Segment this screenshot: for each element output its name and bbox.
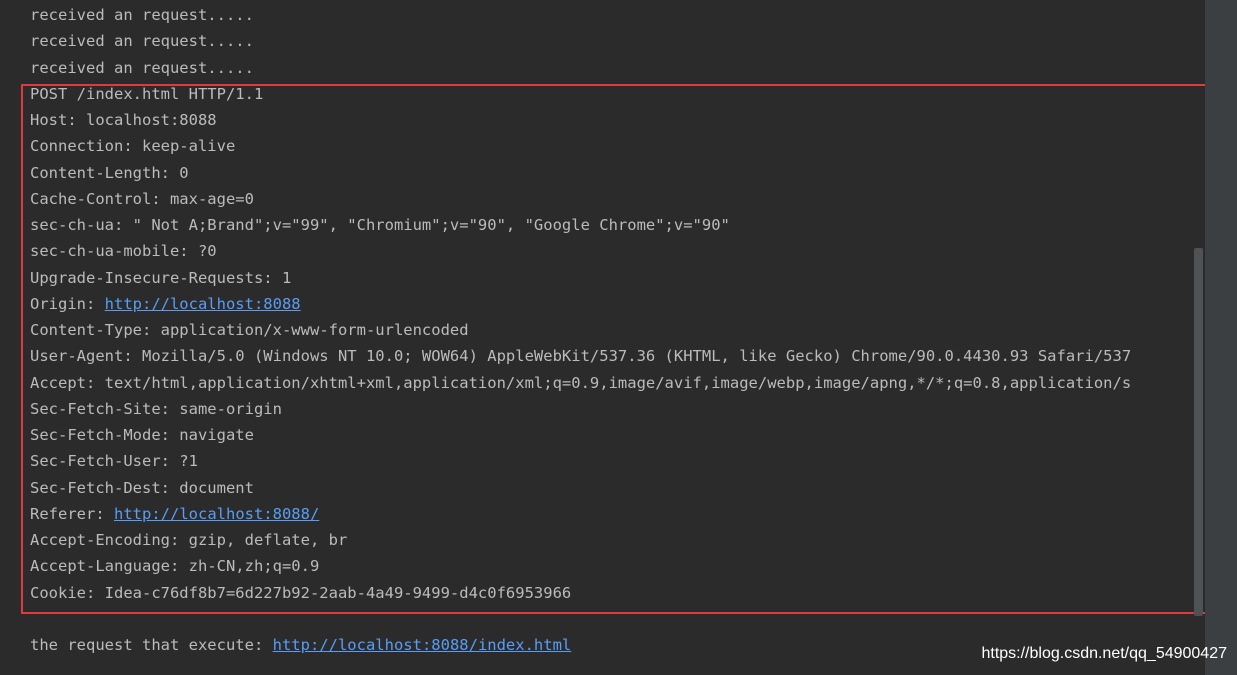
console-output[interactable]: received an request..... received an req…: [0, 0, 1205, 675]
header-referer: Referer: http://localhost:8088/: [30, 502, 319, 526]
header-origin-label: Origin:: [30, 295, 105, 313]
execute-line: the request that execute: http://localho…: [30, 633, 571, 657]
header-sec-ch-ua-mobile: sec-ch-ua-mobile: ?0: [30, 242, 217, 260]
header-cache-control: Cache-Control: max-age=0: [30, 190, 254, 208]
log-line: received an request.....: [30, 32, 254, 50]
header-sec-fetch-user: Sec-Fetch-User: ?1: [30, 452, 198, 470]
header-host: Host: localhost:8088: [30, 111, 217, 129]
header-content-type: Content-Type: application/x-www-form-url…: [30, 321, 469, 339]
header-cookie: Cookie: Idea-c76df8b7=6d227b92-2aab-4a49…: [30, 584, 572, 602]
origin-link[interactable]: http://localhost:8088: [105, 295, 301, 313]
header-content-length: Content-Length: 0: [30, 164, 189, 182]
header-user-agent: User-Agent: Mozilla/5.0 (Windows NT 10.0…: [30, 347, 1132, 365]
header-sec-fetch-site: Sec-Fetch-Site: same-origin: [30, 400, 282, 418]
scrollbar-thumb[interactable]: [1194, 248, 1203, 616]
header-sec-ch-ua: sec-ch-ua: " Not A;Brand";v="99", "Chrom…: [30, 216, 730, 234]
log-line: received an request.....: [30, 59, 254, 77]
referer-link[interactable]: http://localhost:8088/: [114, 505, 319, 523]
header-connection: Connection: keep-alive: [30, 137, 236, 155]
header-referer-label: Referer:: [30, 505, 114, 523]
header-accept-language: Accept-Language: zh-CN,zh;q=0.9: [30, 557, 320, 575]
header-origin: Origin: http://localhost:8088: [30, 292, 301, 316]
watermark: https://blog.csdn.net/qq_54900427: [981, 645, 1227, 662]
execute-link[interactable]: http://localhost:8088/index.html: [273, 636, 572, 654]
header-accept-encoding: Accept-Encoding: gzip, deflate, br: [30, 531, 348, 549]
side-panel-strip: [1205, 0, 1237, 675]
log-line: received an request.....: [30, 6, 254, 24]
header-sec-fetch-mode: Sec-Fetch-Mode: navigate: [30, 426, 254, 444]
header-sec-fetch-dest: Sec-Fetch-Dest: document: [30, 479, 254, 497]
execute-label: the request that execute:: [30, 636, 273, 654]
header-accept: Accept: text/html,application/xhtml+xml,…: [30, 374, 1132, 392]
request-line: POST /index.html HTTP/1.1: [30, 85, 264, 103]
header-upgrade-insecure-requests: Upgrade-Insecure-Requests: 1: [30, 269, 292, 287]
